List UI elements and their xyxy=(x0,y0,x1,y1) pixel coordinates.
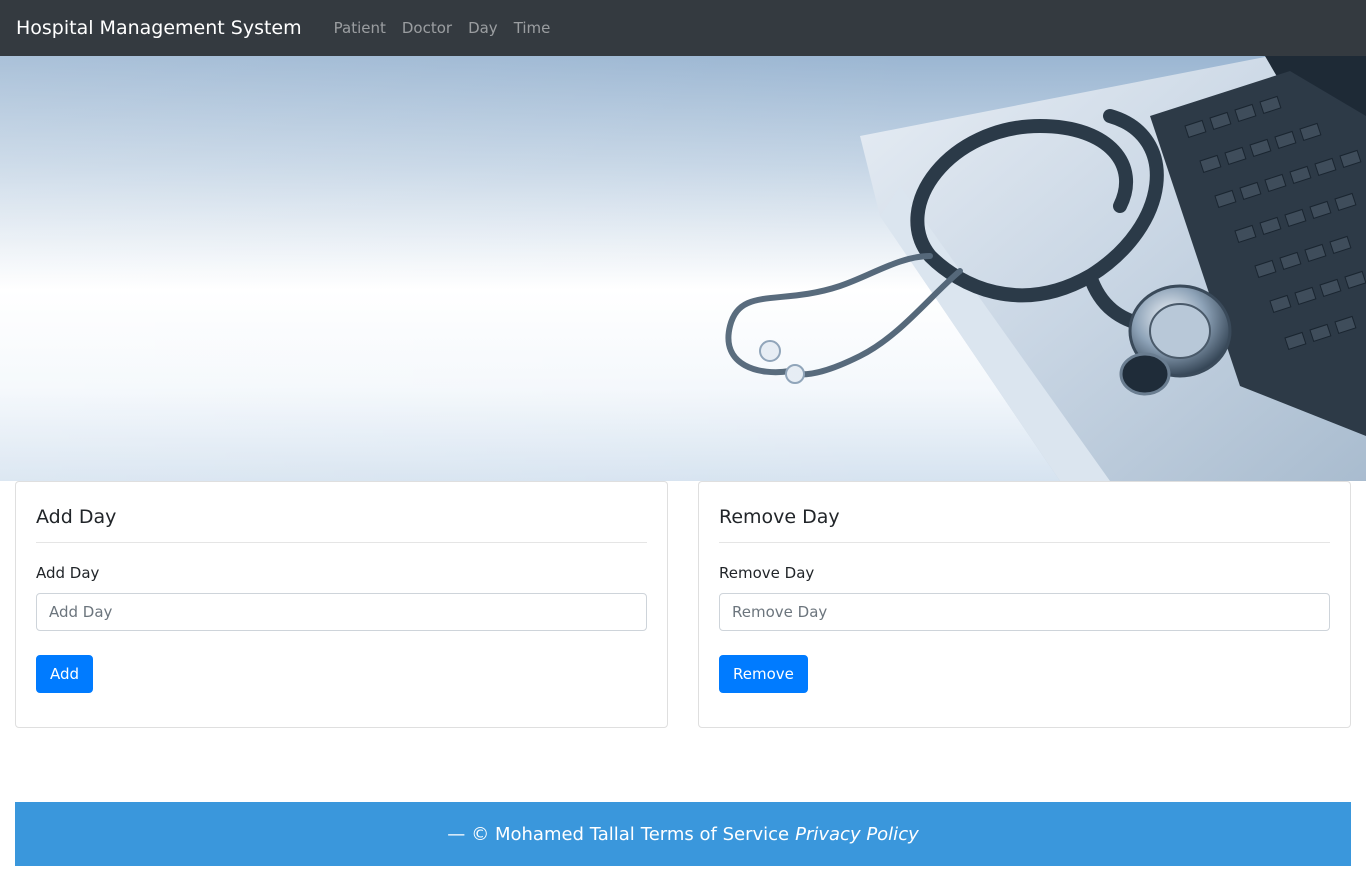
footer-copyright: © Mohamed Tallal xyxy=(471,823,635,845)
remove-day-card: Remove Day Remove Day Remove xyxy=(698,481,1351,728)
terms-of-service-link[interactable]: Terms of Service xyxy=(641,824,789,845)
add-day-title: Add Day xyxy=(36,506,117,528)
add-day-label: Add Day xyxy=(36,564,100,582)
remove-day-title: Remove Day xyxy=(719,506,840,528)
brand-link[interactable]: Hospital Management System xyxy=(16,17,302,39)
remove-button[interactable]: Remove xyxy=(719,655,808,693)
add-day-divider xyxy=(36,542,647,543)
add-day-card: Add Day Add Day Add xyxy=(15,481,668,728)
hero-banner-image xyxy=(0,56,1366,481)
remove-day-input[interactable] xyxy=(719,593,1330,631)
add-button[interactable]: Add xyxy=(36,655,94,693)
top-navbar: Hospital Management System Patient Docto… xyxy=(0,0,1366,56)
nav-link-patient[interactable]: Patient xyxy=(334,19,386,37)
page-footer: — © Mohamed Tallal Terms of Service Priv… xyxy=(15,802,1351,866)
remove-day-divider xyxy=(719,542,1330,543)
privacy-policy-link[interactable]: Privacy Policy xyxy=(795,824,919,845)
remove-day-label: Remove Day xyxy=(719,564,815,582)
footer-dash: — xyxy=(447,823,466,845)
stethoscope-laptop-illustration xyxy=(0,56,1366,481)
nav-links: Patient Doctor Day Time xyxy=(334,19,567,37)
add-day-input[interactable] xyxy=(36,593,647,631)
nav-link-time[interactable]: Time xyxy=(514,19,551,37)
nav-link-day[interactable]: Day xyxy=(468,19,498,37)
nav-link-doctor[interactable]: Doctor xyxy=(402,19,452,37)
